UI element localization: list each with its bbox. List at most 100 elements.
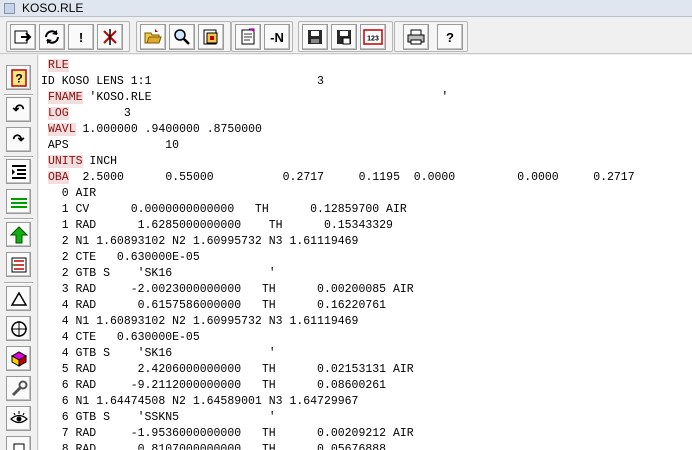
undo-button[interactable]: ↶ — [6, 97, 31, 122]
magnifier-icon — [174, 29, 190, 45]
line-text: 6 N1 1.64474508 N2 1.64589001 N3 1.64729… — [41, 395, 359, 408]
redo-button[interactable]: ↷ — [6, 127, 31, 152]
floppy-as-icon — [337, 30, 351, 45]
line-text: 4 GTB S 'SK16 ' — [41, 347, 276, 360]
code-editor[interactable]: RLE ID KOSO LENS 1:1 3 FNAME 'KOSO.RLE ' LO… — [39, 55, 692, 450]
browse-button[interactable] — [198, 24, 224, 50]
code-line: ID KOSO LENS 1:1 3 — [41, 74, 324, 90]
refresh-button[interactable] — [39, 24, 65, 50]
open-folder-icon — [144, 29, 162, 44]
code-line: 6 RAD -9.2112000000000 TH 0.08600261 — [41, 378, 386, 394]
keyword: FNAME — [48, 91, 83, 104]
triangle-button[interactable] — [6, 286, 31, 311]
exclaim-button[interactable]: ! — [68, 24, 94, 50]
find-button[interactable] — [169, 24, 195, 50]
box-icon — [13, 443, 24, 450]
notepad-icon — [241, 28, 255, 45]
up-arrow-icon — [9, 225, 28, 243]
shape-icon — [10, 350, 27, 367]
line-text: 2 GTB S 'SK16 ' — [41, 267, 276, 280]
keyword: WAVL — [48, 123, 76, 136]
clear-button[interactable] — [97, 24, 123, 50]
floppy-icon — [308, 30, 322, 44]
number-button[interactable]: 123 — [360, 24, 386, 50]
sidebar-help-button[interactable]: ? — [6, 65, 31, 90]
strike-x-icon — [103, 29, 117, 45]
refresh-icon — [45, 30, 59, 44]
browse-icon — [203, 29, 218, 45]
save-button[interactable] — [302, 24, 328, 50]
line-text: 1.000000 .9400000 .8750000 — [75, 123, 262, 136]
open-button[interactable] — [140, 24, 166, 50]
line-text: 'KOSO.RLE ' — [82, 91, 449, 104]
code-line: 8 RAD 0.8107000000000 TH 0.05676888 — [41, 442, 386, 450]
up-arrow-button[interactable] — [6, 222, 31, 247]
keyword: UNITS — [48, 155, 83, 168]
list-button[interactable] — [6, 252, 31, 277]
view-button[interactable] — [6, 406, 31, 431]
question-icon: ? — [446, 29, 454, 45]
keyword: LOG — [48, 107, 69, 120]
sidebar-separator — [4, 94, 33, 96]
print-button[interactable] — [403, 24, 429, 50]
line-text: INCH — [82, 155, 118, 168]
line-text: 5 RAD 2.4206000000000 TH 0.02153131 AIR — [41, 363, 414, 376]
align-button[interactable] — [6, 189, 31, 214]
sidebar-separator — [4, 156, 33, 158]
code-line: 1 CV 0.0000000000000 TH 0.12859700 AIR — [41, 202, 407, 218]
wrench-icon — [11, 380, 27, 396]
extra-button[interactable] — [6, 436, 31, 450]
help-button[interactable]: ? — [437, 24, 463, 50]
code-line: 3 RAD -2.0023000000000 TH 0.00200085 AIR — [41, 282, 414, 298]
minus-n-button[interactable]: -N — [264, 24, 290, 50]
line-text: 2 CTE 0.630000E-05 — [41, 251, 200, 264]
keyword: RLE — [48, 59, 69, 72]
line-text: 1 CV 0.0000000000000 TH 0.12859700 AIR — [41, 203, 407, 216]
lines-icon — [10, 197, 27, 208]
redo-icon: ↷ — [12, 131, 25, 147]
sidebar-separator — [4, 282, 33, 284]
toolbar-group-2 — [136, 21, 231, 52]
code-line: 4 N1 1.60893102 N2 1.60995732 N3 1.61119… — [41, 314, 359, 330]
indent-icon — [11, 164, 26, 179]
wrench-button[interactable] — [6, 376, 31, 401]
numbers-icon: 123 — [363, 29, 383, 45]
save-as-button[interactable] — [331, 24, 357, 50]
code-line: 4 CTE 0.630000E-05 — [41, 330, 200, 346]
sidebar-separator — [4, 218, 33, 220]
toolbar: ! -N 123 ? — [0, 18, 692, 54]
line-text: 8 RAD 0.8107000000000 TH 0.05676888 — [41, 443, 387, 450]
code-line: 6 GTB S 'SSKN5 ' — [41, 410, 276, 426]
list-icon — [11, 257, 26, 272]
undo-icon: ↶ — [12, 101, 25, 117]
code-line: 7 RAD -1.9536000000000 TH 0.00209212 AIR — [41, 426, 414, 442]
line-text: 3 — [68, 107, 131, 120]
line-text: 2.5000 0.55000 0.2717 0.1195 0.0000 0.00… — [68, 171, 635, 184]
question-icon: ? — [10, 68, 27, 87]
left-sidebar: ? ↶ ↷ — [0, 55, 38, 450]
code-line: RLE — [48, 58, 69, 74]
code-line: 2 N1 1.60893102 N2 1.60995732 N3 1.61119… — [41, 234, 359, 250]
indent-button[interactable] — [6, 159, 31, 184]
crosshair-icon — [10, 320, 27, 337]
line-text: 3 RAD -2.0023000000000 TH 0.00200085 AIR — [41, 283, 414, 296]
exclaim-icon: ! — [78, 29, 84, 45]
code-line: 1 RAD 1.6285000000000 TH 0.15343329 — [41, 218, 393, 234]
code-line: UNITS INCH — [48, 154, 117, 170]
sidebar-help-label: ? — [15, 71, 22, 85]
eye-icon — [9, 410, 28, 423]
code-line: 6 N1 1.64474508 N2 1.64589001 N3 1.64729… — [41, 394, 359, 410]
triangle-icon — [10, 291, 27, 306]
app-icon — [4, 3, 15, 14]
target-button[interactable] — [6, 316, 31, 341]
import-icon — [14, 30, 32, 44]
code-line: WAVL 1.000000 .9400000 .8750000 — [48, 122, 262, 138]
code-line: APS 10 — [41, 138, 179, 154]
edit-button[interactable] — [235, 24, 261, 50]
line-text: 4 N1 1.60893102 N2 1.60995732 N3 1.61119… — [41, 315, 359, 328]
shape-button[interactable] — [6, 346, 31, 371]
import-button[interactable] — [10, 24, 36, 50]
line-text: 1 RAD 1.6285000000000 TH 0.15343329 — [41, 219, 393, 232]
line-text: 6 RAD -9.2112000000000 TH 0.08600261 — [41, 379, 387, 392]
line-text: 6 GTB S 'SSKN5 ' — [41, 411, 276, 424]
